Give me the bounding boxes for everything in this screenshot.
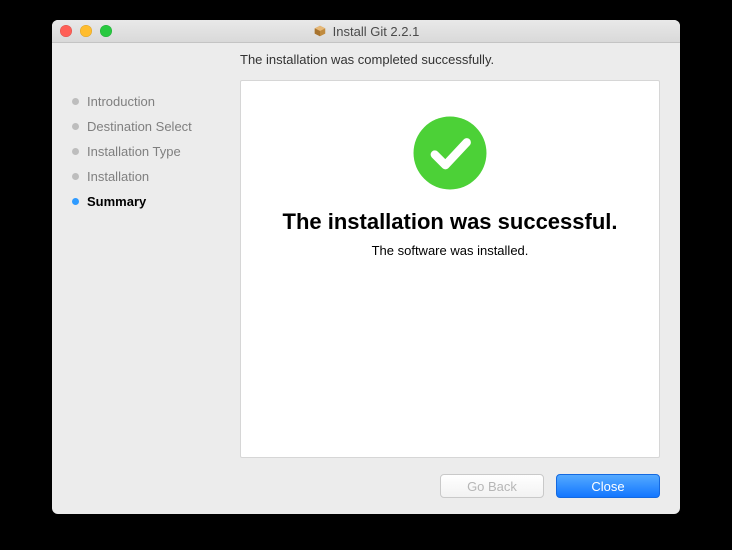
bullet-icon [72,98,79,105]
close-window-button[interactable] [60,25,72,37]
success-check-icon [412,115,488,191]
window-title: Install Git 2.2.1 [52,24,680,39]
step-label: Summary [87,194,146,209]
package-icon [313,24,327,38]
bullet-icon [72,148,79,155]
header-message: The installation was completed successfu… [52,43,680,80]
step-label: Destination Select [87,119,192,134]
success-subtext: The software was installed. [372,243,529,258]
success-heading: The installation was successful. [283,209,618,235]
traffic-lights [60,25,112,37]
minimize-window-button[interactable] [80,25,92,37]
step-introduction: Introduction [72,94,240,109]
window-body: The installation was completed successfu… [52,43,680,514]
titlebar: Install Git 2.2.1 [52,20,680,43]
content-row: Introduction Destination Select Installa… [52,80,680,458]
step-installation-type: Installation Type [72,144,240,159]
zoom-window-button[interactable] [100,25,112,37]
steps-sidebar: Introduction Destination Select Installa… [72,80,240,458]
step-destination: Destination Select [72,119,240,134]
close-button[interactable]: Close [556,474,660,498]
footer: Go Back Close [52,458,680,514]
window-title-text: Install Git 2.2.1 [333,24,420,39]
go-back-button: Go Back [440,474,544,498]
bullet-icon [72,123,79,130]
step-summary: Summary [72,194,240,209]
main-panel: The installation was successful. The sof… [240,80,660,458]
step-label: Installation Type [87,144,181,159]
step-installation: Installation [72,169,240,184]
bullet-icon [72,198,79,205]
step-label: Introduction [87,94,155,109]
step-label: Installation [87,169,149,184]
bullet-icon [72,173,79,180]
installer-window: Install Git 2.2.1 The installation was c… [52,20,680,514]
